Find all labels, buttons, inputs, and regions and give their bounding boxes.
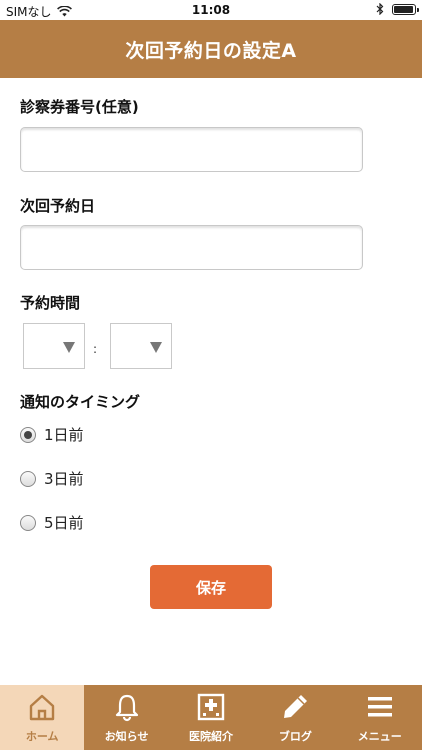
save-button[interactable]: 保存 bbox=[150, 565, 272, 609]
tab-clinic-info[interactable]: 医院紹介 bbox=[169, 685, 253, 750]
timing-option-label: 3日前 bbox=[44, 470, 84, 488]
bell-icon bbox=[111, 691, 143, 723]
next-date-label: 次回予約日 bbox=[20, 197, 96, 215]
pencil-icon bbox=[279, 691, 311, 723]
timing-option-label: 1日前 bbox=[44, 426, 84, 444]
tab-label: メニュー bbox=[357, 730, 402, 743]
timing-option-label: 5日前 bbox=[44, 514, 84, 532]
dropdown-arrow-icon bbox=[150, 342, 162, 353]
tab-bar: ホーム お知らせ 医院紹介 ブログ メニュー bbox=[0, 685, 422, 750]
navigation-bar: 次回予約日の設定A bbox=[0, 20, 422, 78]
tab-blog[interactable]: ブログ bbox=[253, 685, 337, 750]
tab-label: 医院紹介 bbox=[188, 730, 233, 743]
time-label: 予約時間 bbox=[20, 294, 81, 312]
home-icon bbox=[26, 691, 58, 723]
card-number-input[interactable] bbox=[20, 127, 363, 172]
timing-option-5day[interactable]: 5日前 bbox=[20, 512, 84, 533]
menu-icon bbox=[364, 691, 396, 723]
tab-label: ブログ bbox=[278, 730, 312, 743]
status-right bbox=[376, 3, 419, 15]
tab-news[interactable]: お知らせ bbox=[84, 685, 168, 750]
radio-button[interactable] bbox=[20, 470, 36, 487]
timing-label: 通知のタイミング bbox=[20, 393, 141, 411]
time-separator: : bbox=[93, 342, 98, 356]
page-title: 次回予約日の設定A bbox=[125, 39, 297, 62]
clock: 11:08 bbox=[191, 3, 231, 17]
battery-icon bbox=[392, 3, 419, 15]
bluetooth-icon bbox=[376, 3, 384, 15]
card-number-label: 診察券番号(任意) bbox=[20, 98, 139, 116]
timing-option-1day[interactable]: 1日前 bbox=[20, 424, 84, 445]
radio-button[interactable] bbox=[20, 514, 36, 531]
tab-home[interactable]: ホーム bbox=[0, 685, 85, 750]
battery-level bbox=[394, 5, 413, 13]
tab-menu[interactable]: メニュー bbox=[338, 685, 422, 750]
tab-label: ホーム bbox=[25, 730, 59, 743]
next-date-input[interactable] bbox=[20, 225, 363, 270]
hour-select[interactable] bbox=[23, 323, 85, 369]
dropdown-arrow-icon bbox=[63, 342, 75, 353]
minute-select[interactable] bbox=[110, 323, 172, 369]
tab-label: お知らせ bbox=[104, 730, 149, 743]
timing-option-3day[interactable]: 3日前 bbox=[20, 468, 84, 489]
radio-button[interactable] bbox=[20, 426, 36, 443]
status-bar: SIMなし 11:08 bbox=[0, 0, 422, 20]
hospital-icon bbox=[195, 691, 227, 723]
